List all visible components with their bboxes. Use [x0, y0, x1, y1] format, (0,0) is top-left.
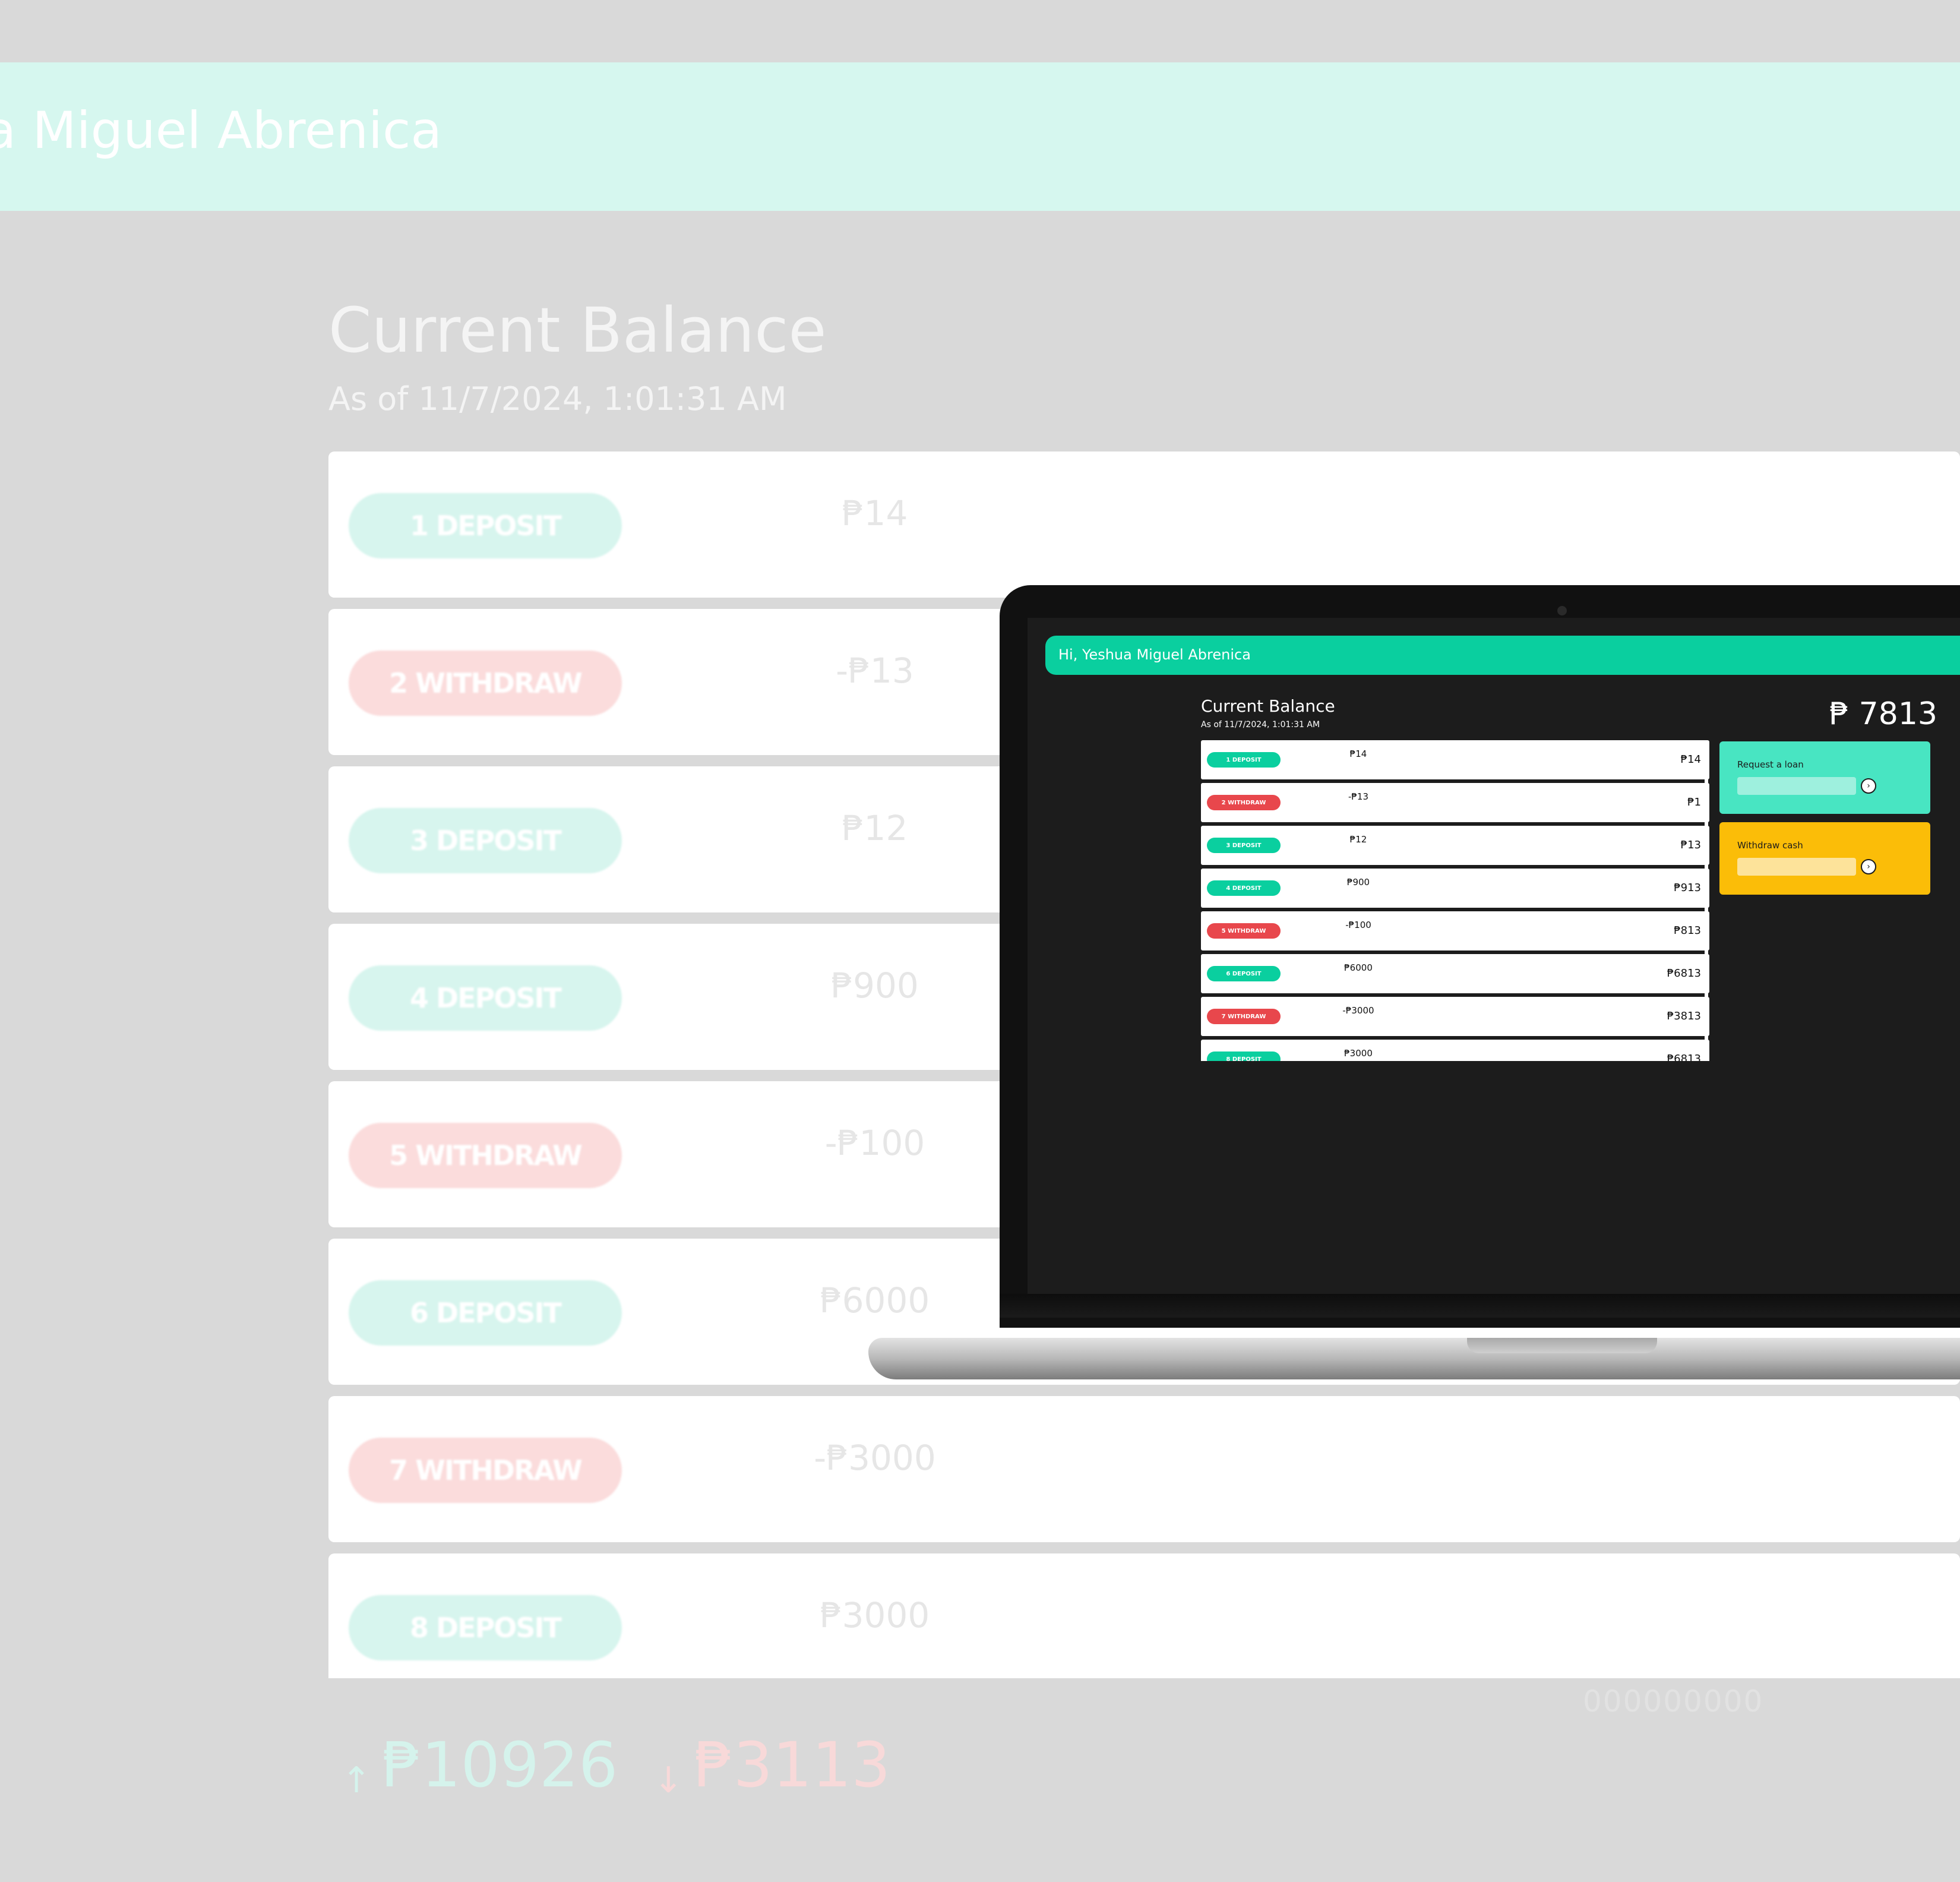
current-balance-value: ₱ 7813 — [1829, 696, 1937, 732]
background-footer-text: 000000000 — [1583, 1684, 1764, 1719]
running-balance: ₱6813 — [1667, 967, 1701, 980]
laptop-screen: Hi, Yeshua Miguel Abrenica Current Balan… — [1028, 618, 1960, 1294]
greeting-text: Hi, Yeshua Miguel Abrenica — [1058, 646, 1251, 663]
total-deposits: ↑ ₱10926 — [342, 1729, 618, 1801]
running-balance: ₱913 — [1674, 882, 1701, 894]
transaction-badge: 8 DEPOSIT — [1207, 1051, 1281, 1061]
background-greeting: ua Miguel Abrenica — [0, 101, 442, 160]
total-deposits-value: ₱10926 — [382, 1729, 618, 1801]
transaction-amount: ₱6000 — [1344, 962, 1373, 973]
table-row[interactable]: 6 DEPOSIT ₱6000 ₱6813 — [1201, 954, 1709, 993]
transaction-badge: 8 DEPOSIT — [349, 1595, 622, 1660]
transaction-badge: 5 WITHDRAW — [1207, 923, 1281, 939]
table-row[interactable]: 7 WITHDRAW -₱3000 ₱3813 — [1201, 997, 1709, 1036]
table-row[interactable]: 1 DEPOSIT ₱14 ₱14 — [1201, 740, 1709, 779]
withdraw-cash-card: Withdraw cash › — [1719, 822, 1930, 895]
transaction-badge: 6 DEPOSIT — [349, 1280, 622, 1346]
request-loan-label: Request a loan — [1737, 759, 1804, 770]
header-bar: Hi, Yeshua Miguel Abrenica — [1045, 636, 1960, 675]
request-loan-card: Request a loan › — [1719, 741, 1930, 814]
running-balance: ₱813 — [1674, 924, 1701, 937]
running-balance: ₱13 — [1680, 839, 1701, 851]
transaction-amount: ₱900 — [831, 965, 919, 1006]
arrow-down-icon: ↓ — [653, 1760, 684, 1801]
submit-withdraw-button[interactable]: › — [1861, 859, 1876, 874]
withdraw-amount-input[interactable] — [1737, 858, 1856, 876]
transaction-amount: ₱3000 — [1344, 1048, 1373, 1059]
running-balance: ₱14 — [1680, 753, 1701, 766]
transaction-badge: 3 DEPOSIT — [349, 808, 622, 873]
transaction-amount: -₱100 — [1345, 920, 1371, 930]
laptop-hinge-notch — [1467, 1338, 1657, 1353]
running-balance: ₱3813 — [1667, 1010, 1701, 1022]
withdraw-cash-label: Withdraw cash — [1737, 840, 1803, 851]
background-timestamp: As of 11/7/2024, 1:01:31 AM — [328, 380, 787, 418]
webcam-icon — [1557, 606, 1567, 615]
transaction-amount: ₱900 — [1346, 877, 1370, 888]
laptop-base — [868, 1338, 1960, 1379]
table-row[interactable]: 3 DEPOSIT ₱12 ₱13 — [1201, 826, 1709, 865]
transaction-amount: -₱100 — [824, 1123, 925, 1163]
total-withdrawals: ↓ ₱3113 — [653, 1729, 890, 1801]
transaction-badge: 1 DEPOSIT — [1207, 752, 1281, 768]
table-row: 7 WITHDRAW -₱3000 — [328, 1396, 1960, 1542]
transaction-amount: ₱14 — [1349, 749, 1367, 759]
transaction-list-scrollbar[interactable] — [1705, 743, 1708, 1054]
submit-loan-button[interactable]: › — [1861, 778, 1876, 794]
transaction-badge: 2 WITHDRAW — [1207, 795, 1281, 810]
balance-timestamp: As of 11/7/2024, 1:01:31 AM — [1201, 720, 1320, 730]
transaction-badge: 5 WITHDRAW — [349, 1123, 622, 1188]
transaction-list[interactable]: 1 DEPOSIT ₱14 ₱14 2 WITHDRAW -₱13 ₱1 3 D… — [1201, 740, 1709, 1061]
transaction-badge: 3 DEPOSIT — [1207, 838, 1281, 853]
transaction-badge: 2 WITHDRAW — [349, 651, 622, 716]
table-row: 8 DEPOSIT ₱3000 — [328, 1553, 1960, 1678]
transaction-badge: 7 WITHDRAW — [1207, 1009, 1281, 1024]
transaction-badge: 4 DEPOSIT — [349, 965, 622, 1031]
transaction-amount: ₱6000 — [820, 1280, 930, 1321]
transaction-amount: ₱12 — [842, 808, 908, 848]
table-row: 1 DEPOSIT ₱14 — [328, 451, 1960, 598]
transaction-amount: -₱13 — [836, 651, 914, 691]
total-withdrawals-value: ₱3113 — [694, 1729, 891, 1801]
page-title: Current Balance — [1201, 696, 1335, 716]
running-balance: ₱1 — [1687, 796, 1701, 809]
transaction-badge: 6 DEPOSIT — [1207, 966, 1281, 981]
transaction-amount: -₱3000 — [814, 1438, 936, 1478]
table-row[interactable]: 8 DEPOSIT ₱3000 ₱6813 — [1201, 1040, 1709, 1061]
transaction-badge: 1 DEPOSIT — [349, 493, 622, 558]
background-page-title: Current Balance — [328, 294, 827, 367]
table-row[interactable]: 4 DEPOSIT ₱900 ₱913 — [1201, 869, 1709, 908]
transaction-amount: -₱13 — [1348, 791, 1369, 802]
transaction-badge: 4 DEPOSIT — [1207, 880, 1281, 896]
transaction-badge: 7 WITHDRAW — [349, 1438, 622, 1503]
transaction-amount: -₱3000 — [1342, 1005, 1374, 1016]
laptop-bezel-bottom — [1000, 1294, 1960, 1318]
loan-amount-input[interactable] — [1737, 777, 1856, 795]
transaction-amount: ₱12 — [1349, 834, 1367, 845]
table-row[interactable]: 5 WITHDRAW -₱100 ₱813 — [1201, 911, 1709, 951]
running-balance: ₱6813 — [1667, 1053, 1701, 1061]
background-totals: ↑ ₱10926 ↓ ₱3113 — [342, 1729, 890, 1801]
table-row[interactable]: 2 WITHDRAW -₱13 ₱1 — [1201, 783, 1709, 822]
transaction-amount: ₱3000 — [820, 1595, 930, 1635]
arrow-up-icon: ↑ — [342, 1760, 372, 1801]
transaction-amount: ₱14 — [842, 493, 908, 533]
